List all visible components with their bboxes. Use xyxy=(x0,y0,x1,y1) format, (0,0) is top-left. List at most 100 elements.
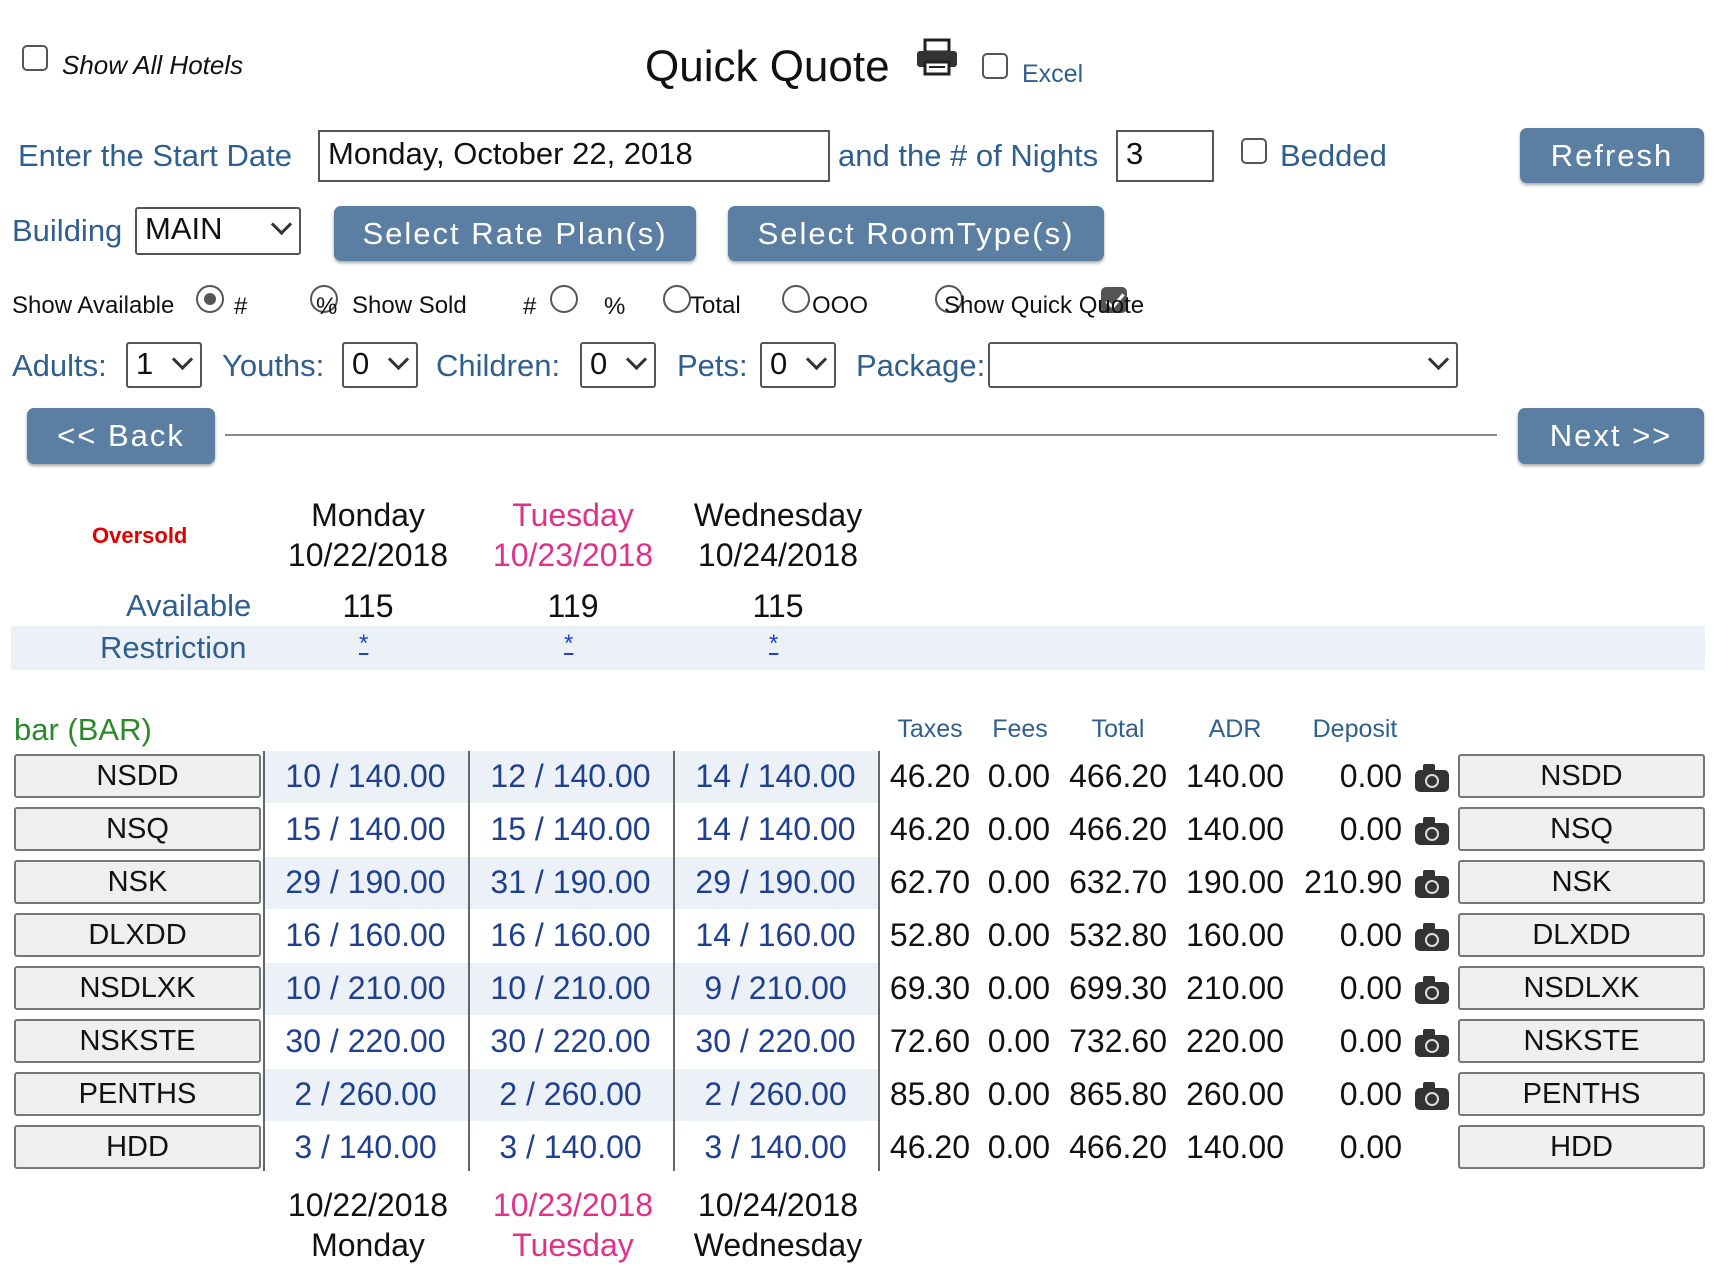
refresh-button[interactable]: Refresh xyxy=(1520,128,1704,183)
camera-icon[interactable] xyxy=(1415,923,1449,951)
rate-cell-day-3[interactable]: 3 / 140.00 xyxy=(673,1129,878,1166)
available-label: Available xyxy=(126,588,252,623)
taxes-cell: 52.80 xyxy=(889,917,970,953)
rate-cell-day-2[interactable]: 10 / 210.00 xyxy=(468,970,673,1007)
sold-percent-label: % xyxy=(604,293,626,320)
room-type-button-right[interactable]: HDD xyxy=(1458,1125,1705,1169)
camera-icon[interactable] xyxy=(1415,1029,1449,1057)
start-date-input[interactable]: Monday, October 22, 2018 xyxy=(318,130,830,182)
rate-cell-day-1[interactable]: 10 / 210.00 xyxy=(263,970,468,1007)
children-select[interactable]: 0 xyxy=(580,342,656,388)
fees-cell: 0.00 xyxy=(987,864,1050,900)
sold-count-radio[interactable] xyxy=(549,285,578,313)
room-type-button-left[interactable]: NSDD xyxy=(14,754,261,798)
day-name: Tuesday xyxy=(512,497,634,533)
day-footer-3: 10/24/2018 Wednesday xyxy=(668,1185,888,1265)
rate-cell-day-3[interactable]: 14 / 140.00 xyxy=(673,758,878,795)
sold-percent-radio[interactable] xyxy=(663,285,692,313)
chevron-down-icon xyxy=(387,348,410,371)
select-room-types-button[interactable]: Select RoomType(s) xyxy=(728,206,1104,261)
printer-icon[interactable] xyxy=(915,38,959,81)
youths-label: Youths: xyxy=(222,348,325,383)
day-footer-2: 10/23/2018 Tuesday xyxy=(463,1185,683,1265)
rate-cell-day-1[interactable]: 10 / 140.00 xyxy=(263,758,468,795)
start-date-label: Enter the Start Date xyxy=(18,138,292,173)
room-type-button-right[interactable]: NSQ xyxy=(1458,807,1705,851)
pets-select[interactable]: 0 xyxy=(760,342,836,388)
adults-label: Adults: xyxy=(12,348,107,383)
nights-input[interactable]: 3 xyxy=(1116,130,1214,182)
rate-cell-day-3[interactable]: 14 / 140.00 xyxy=(673,811,878,848)
adr-cell: 140.00 xyxy=(1186,1129,1284,1165)
sold-total-radio[interactable] xyxy=(781,285,810,313)
back-button[interactable]: << Back xyxy=(27,408,215,464)
restriction-link-day-3[interactable]: * xyxy=(769,630,778,658)
rate-cell-day-1[interactable]: 3 / 140.00 xyxy=(263,1129,468,1166)
camera-icon[interactable] xyxy=(1415,764,1449,792)
deposit-cell: 0.00 xyxy=(1339,1023,1402,1059)
room-type-button-right[interactable]: NSDLXK xyxy=(1458,966,1705,1010)
rate-cell-day-2[interactable]: 30 / 220.00 xyxy=(468,1023,673,1060)
deposit-header: Deposit xyxy=(1312,715,1398,743)
room-type-button-left[interactable]: NSK xyxy=(14,860,261,904)
total-cell: 466.20 xyxy=(1069,1129,1167,1165)
restriction-link-day-1[interactable]: * xyxy=(359,630,368,658)
rate-cell-day-1[interactable]: 15 / 140.00 xyxy=(263,811,468,848)
rate-cell-day-3[interactable]: 30 / 220.00 xyxy=(673,1023,878,1060)
rate-cell-day-2[interactable]: 12 / 140.00 xyxy=(468,758,673,795)
rate-cell-day-2[interactable]: 3 / 140.00 xyxy=(468,1129,673,1166)
rate-cell-day-3[interactable]: 9 / 210.00 xyxy=(673,970,878,1007)
building-select[interactable]: MAIN xyxy=(135,207,301,255)
day-date: 10/24/2018 xyxy=(697,1187,859,1223)
room-type-button-left[interactable]: NSQ xyxy=(14,807,261,851)
select-rate-plans-button[interactable]: Select Rate Plan(s) xyxy=(334,206,696,261)
rate-cell-day-2[interactable]: 31 / 190.00 xyxy=(468,864,673,901)
rate-cell-day-2[interactable]: 16 / 160.00 xyxy=(468,917,673,954)
camera-icon[interactable] xyxy=(1415,817,1449,845)
room-type-button-left[interactable]: PENTHS xyxy=(14,1072,261,1116)
total-cell: 699.30 xyxy=(1069,970,1167,1006)
fees-cell: 0.00 xyxy=(987,1076,1050,1112)
day-date: 10/23/2018 xyxy=(492,537,654,573)
rate-cell-day-1[interactable]: 29 / 190.00 xyxy=(263,864,468,901)
show-quick-quote-label: Show Quick Quote xyxy=(944,292,1145,319)
rate-cell-day-1[interactable]: 2 / 260.00 xyxy=(263,1076,468,1113)
bedded-checkbox[interactable] xyxy=(1241,138,1267,164)
adr-cell: 190.00 xyxy=(1186,864,1284,900)
day-name: Wednesday xyxy=(693,497,863,533)
room-type-button-right[interactable]: PENTHS xyxy=(1458,1072,1705,1116)
deposit-cell: 0.00 xyxy=(1339,917,1402,953)
rate-cell-day-2[interactable]: 15 / 140.00 xyxy=(468,811,673,848)
fees-cell: 0.00 xyxy=(987,811,1050,847)
youths-select[interactable]: 0 xyxy=(342,342,418,388)
package-select[interactable] xyxy=(988,342,1458,388)
show-all-hotels-checkbox[interactable] xyxy=(22,45,48,71)
deposit-cell: 210.90 xyxy=(1304,864,1402,900)
rate-cell-day-3[interactable]: 14 / 160.00 xyxy=(673,917,878,954)
total-cell: 466.20 xyxy=(1069,811,1167,847)
camera-icon[interactable] xyxy=(1415,1082,1449,1110)
taxes-cell: 69.30 xyxy=(889,970,970,1006)
rate-cell-day-3[interactable]: 2 / 260.00 xyxy=(673,1076,878,1113)
room-type-button-left[interactable]: DLXDD xyxy=(14,913,261,957)
room-type-button-right[interactable]: NSKSTE xyxy=(1458,1019,1705,1063)
excel-checkbox[interactable] xyxy=(982,53,1008,79)
rate-cell-day-3[interactable]: 29 / 190.00 xyxy=(673,864,878,901)
camera-icon[interactable] xyxy=(1415,976,1449,1004)
room-type-button-left[interactable]: NSKSTE xyxy=(14,1019,261,1063)
fees-cell: 0.00 xyxy=(987,758,1050,794)
room-type-button-right[interactable]: NSDD xyxy=(1458,754,1705,798)
adults-select[interactable]: 1 xyxy=(126,342,202,388)
room-type-button-right[interactable]: NSK xyxy=(1458,860,1705,904)
restriction-link-day-2[interactable]: * xyxy=(564,630,573,658)
rate-cell-day-2[interactable]: 2 / 260.00 xyxy=(468,1076,673,1113)
room-type-button-left[interactable]: HDD xyxy=(14,1125,261,1169)
next-button[interactable]: Next >> xyxy=(1518,408,1704,464)
fees-cell: 0.00 xyxy=(987,1129,1050,1165)
rate-cell-day-1[interactable]: 16 / 160.00 xyxy=(263,917,468,954)
room-type-button-right[interactable]: DLXDD xyxy=(1458,913,1705,957)
room-type-button-left[interactable]: NSDLXK xyxy=(14,966,261,1010)
rate-cell-day-1[interactable]: 30 / 220.00 xyxy=(263,1023,468,1060)
camera-icon[interactable] xyxy=(1415,870,1449,898)
available-count-radio[interactable] xyxy=(196,285,224,313)
